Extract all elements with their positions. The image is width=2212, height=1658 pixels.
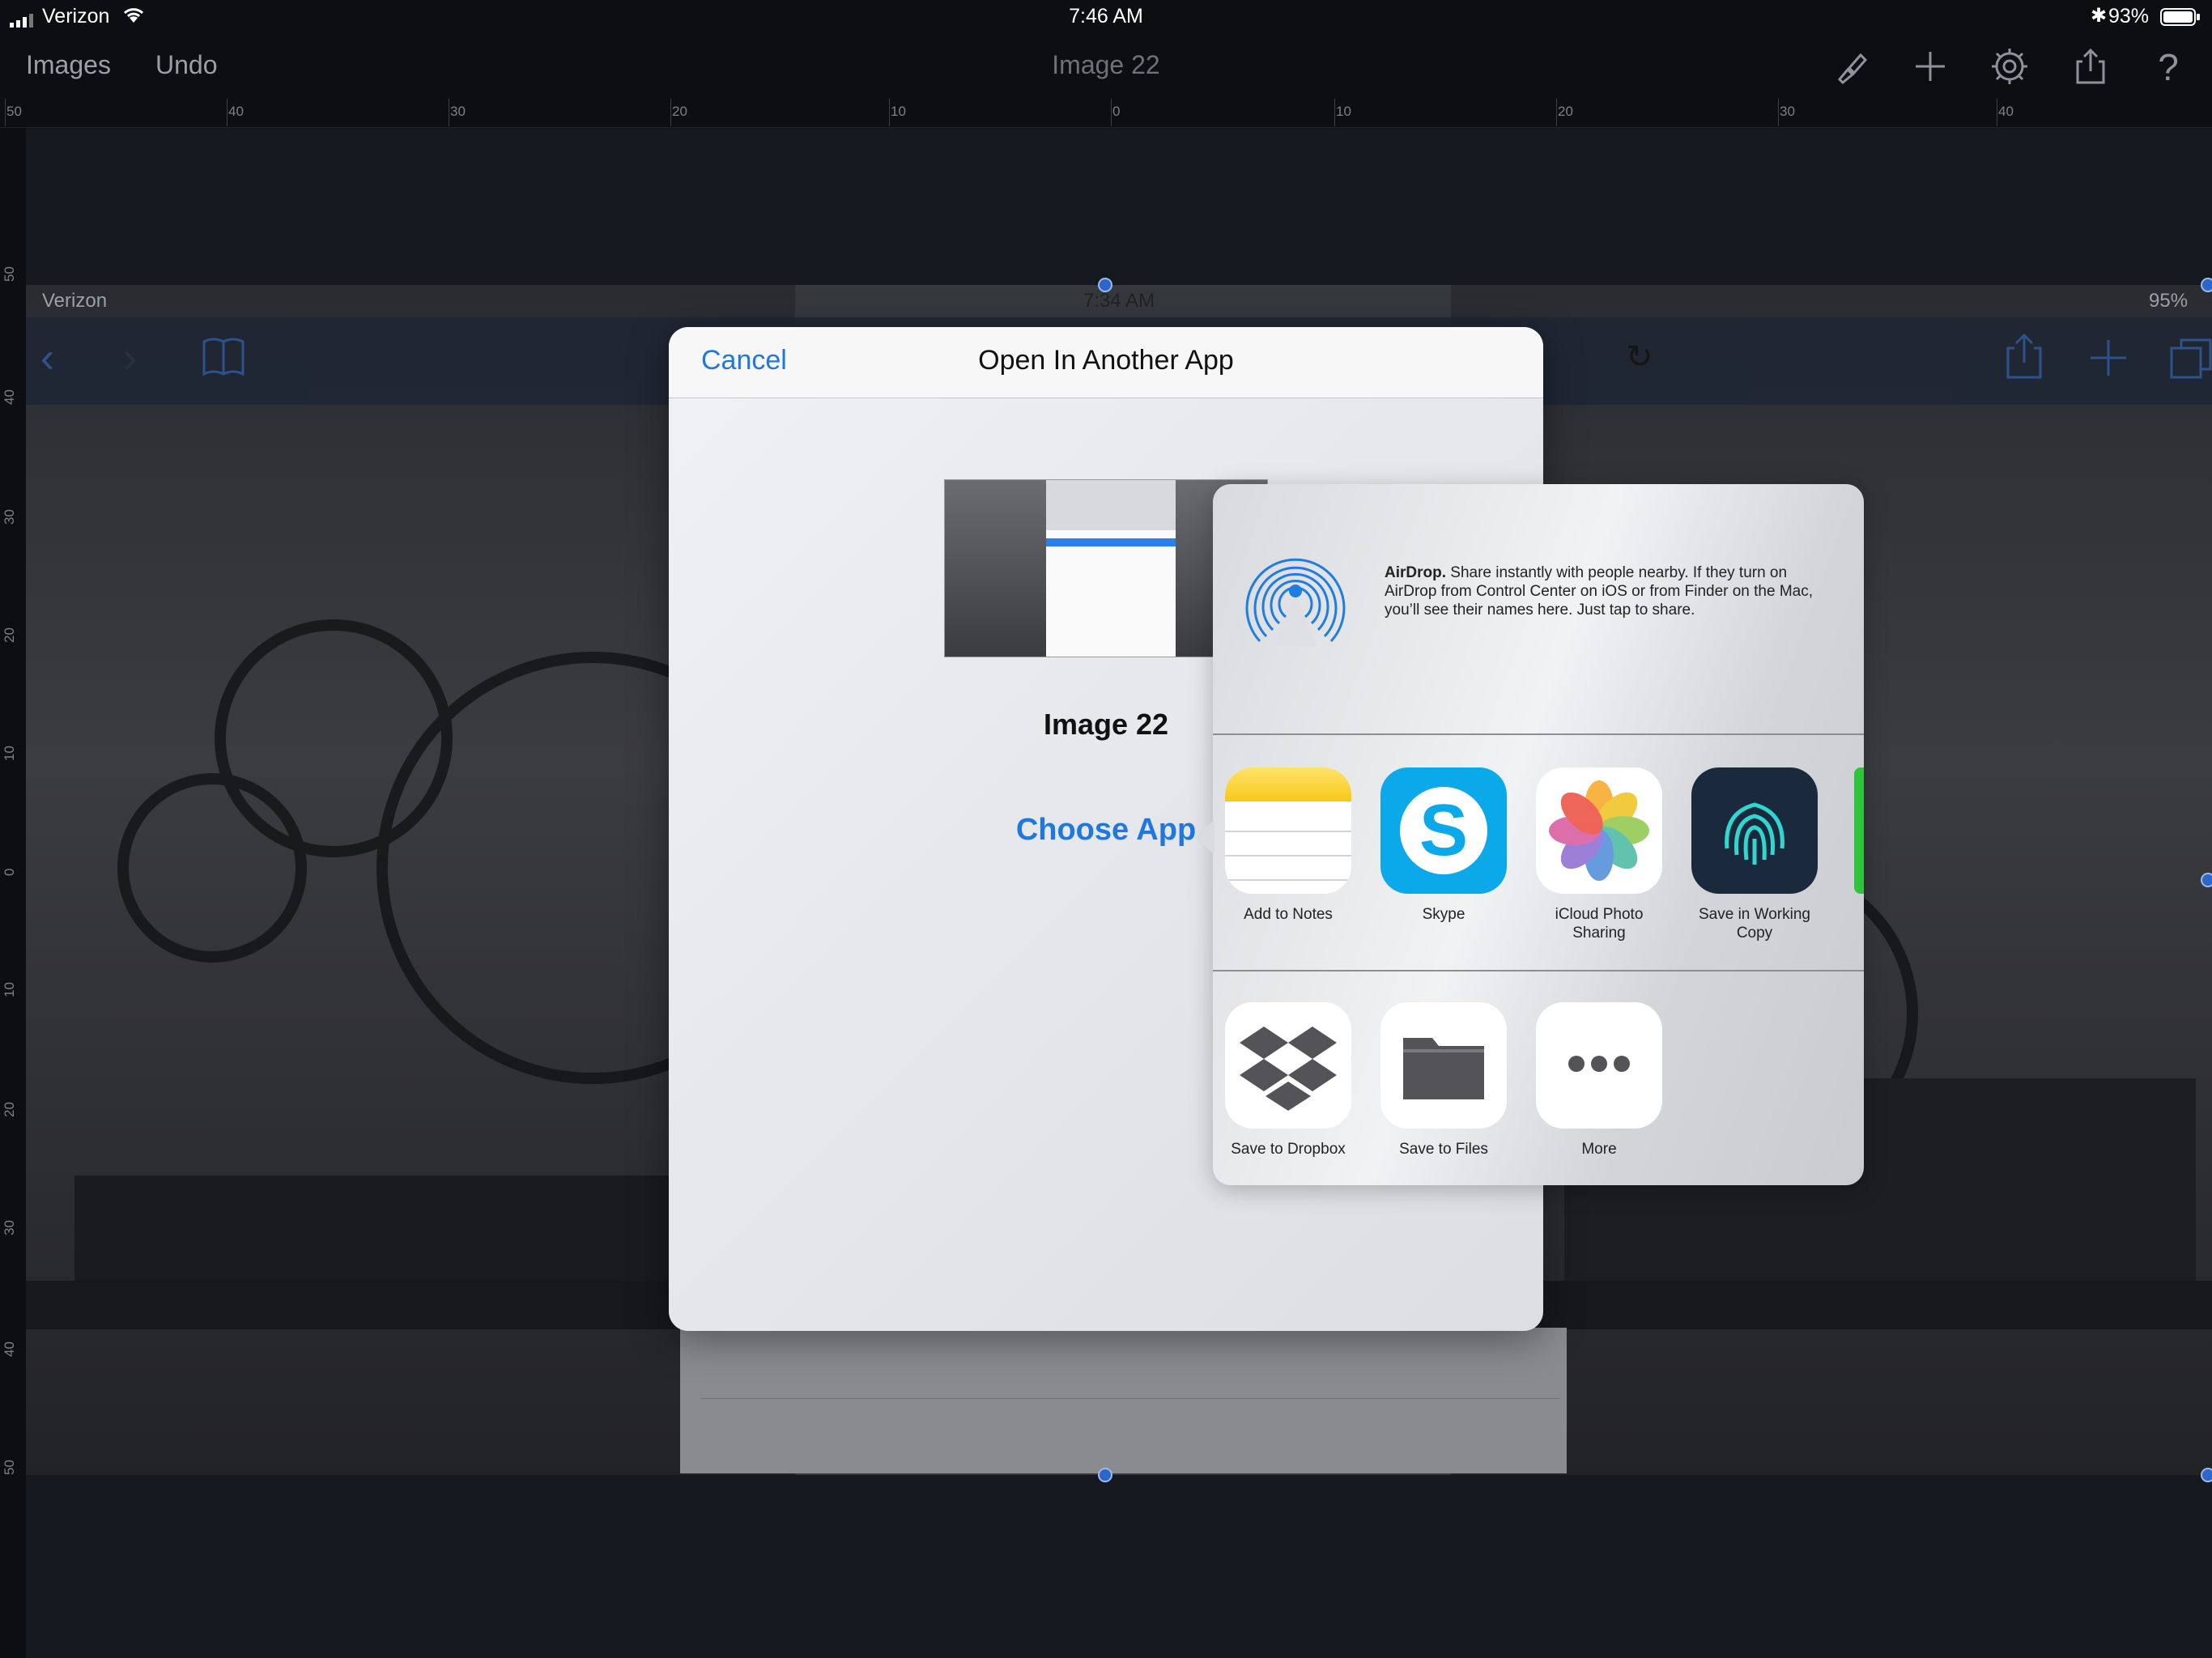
ruler-tick: 0 [2,868,17,876]
airdrop-section[interactable]: AirDrop. Share instantly with people nea… [1213,484,1864,735]
app-label: Skype [1422,906,1465,923]
battery-percent: 93% [2108,5,2150,28]
dialog-title: Open In Another App [978,345,1234,376]
working-copy-icon [1691,767,1818,894]
airdrop-body: Share instantly with people nearby. If t… [1385,564,1814,619]
gear-icon[interactable] [1989,45,2031,87]
resize-handle-bottom[interactable] [1098,1468,1112,1482]
ruler-tick: 50 [2,266,17,282]
brush-icon[interactable] [1830,45,1872,87]
popover-arrow [1195,819,1214,855]
action-label: Save to Dropbox [1231,1141,1346,1158]
resize-handle-right-bottom[interactable] [2201,1468,2212,1482]
ruler-tick: 10 [889,99,906,126]
bluetooth-icon: ✱ [2091,5,2108,27]
ruler-tick: 20 [1556,99,1573,126]
next-app-peek[interactable] [1854,767,1864,894]
share-sheet: AirDrop. Share instantly with people nea… [1213,484,1864,1185]
clock: 7:46 AM [1069,5,1143,28]
app-working-copy[interactable]: Save in Working Copy [1686,767,1823,942]
app-add-to-notes[interactable]: Add to Notes [1219,767,1357,924]
resize-handle-right-top[interactable] [2201,278,2212,292]
forward-icon: › [123,334,138,381]
ruler-tick: 40 [2,1341,17,1357]
svg-text:S: S [1419,790,1468,871]
photos-icon [1536,767,1662,894]
app-label: iCloud Photo Sharing [1555,906,1644,942]
ruler-tick: 30 [2,509,17,525]
bookmarks-icon [201,334,246,379]
ruler-tick: 50 [2,1460,17,1475]
embedded-battery: 95% [2149,290,2189,312]
app-icloud-photo-sharing[interactable]: iCloud Photo Sharing [1530,767,1668,942]
battery-icon [2160,8,2201,26]
airdrop-icon [1239,534,1352,648]
reload-icon: ↻ [1626,339,1653,375]
action-row: Save to Dropbox Save to Files More [1213,971,1864,1185]
ruler-tick: 40 [2,389,17,405]
tabs-icon [2168,335,2212,380]
dialog-header: Cancel Open In Another App [669,327,1543,398]
ruler-tick: 40 [227,99,244,126]
vertical-ruler: 50 40 30 20 10 0 10 20 30 40 50 [0,128,26,1658]
action-label: More [1581,1141,1617,1158]
toolbar: Images Undo Image 22 ? [0,34,2212,99]
folder-icon [1380,1002,1507,1129]
embedded-sheet-bottom [680,1328,1567,1473]
dropbox-icon [1225,1002,1351,1129]
ruler-tick: 10 [1334,99,1351,126]
airdrop-description: AirDrop. Share instantly with people nea… [1385,563,1838,619]
ruler-tick: 30 [2,1220,17,1235]
embedded-clock: 7:34 AM [1083,290,1155,312]
divider [701,1398,1559,1399]
document-title: Image 22 [1052,50,1160,79]
embedded-share-icon [2001,332,2047,380]
ruler-tick: 20 [2,1102,17,1117]
share-icon[interactable] [2069,45,2112,87]
action-save-to-dropbox[interactable]: Save to Dropbox [1219,1002,1357,1158]
ruler-tick: 30 [1778,99,1795,126]
embedded-carrier: Verizon [42,290,108,312]
add-icon[interactable] [1909,45,1951,87]
airdrop-title: AirDrop. [1385,564,1446,581]
ruler-tick: 0 [1110,99,1121,126]
ruler-tick: 20 [2,627,17,643]
app-row: Add to Notes S Skype iCloud Photo Sharin… [1213,735,1864,971]
ruler-tick: 50 [5,99,22,126]
action-more[interactable]: More [1530,1002,1668,1158]
back-icon: ‹ [40,334,55,381]
app-skype[interactable]: S Skype [1375,767,1512,924]
ruler-tick: 10 [2,982,17,997]
more-icon [1536,1002,1662,1129]
horizontal-ruler: 50 40 30 20 10 0 10 20 30 40 [0,99,2212,128]
embedded-status-bar: Verizon 7:34 AM 95% [26,285,2212,317]
help-icon[interactable]: ? [2147,45,2189,88]
resize-handle-right[interactable] [2201,873,2212,887]
embedded-add-icon [2086,335,2131,380]
resize-handle-top[interactable] [1098,278,1112,292]
status-bar: Verizon 7:46 AM ✱ 93% [0,0,2212,34]
app-label: Save in Working Copy [1699,906,1810,942]
ruler-tick: 40 [1997,99,2014,126]
app-label: Add to Notes [1244,906,1333,923]
action-label: Save to Files [1399,1141,1488,1158]
action-save-to-files[interactable]: Save to Files [1375,1002,1512,1158]
ruler-tick: 10 [2,746,17,761]
ruler-tick: 30 [449,99,466,126]
skype-icon: S [1380,767,1507,894]
ruler-tick: 20 [670,99,687,126]
notes-icon [1225,767,1351,894]
